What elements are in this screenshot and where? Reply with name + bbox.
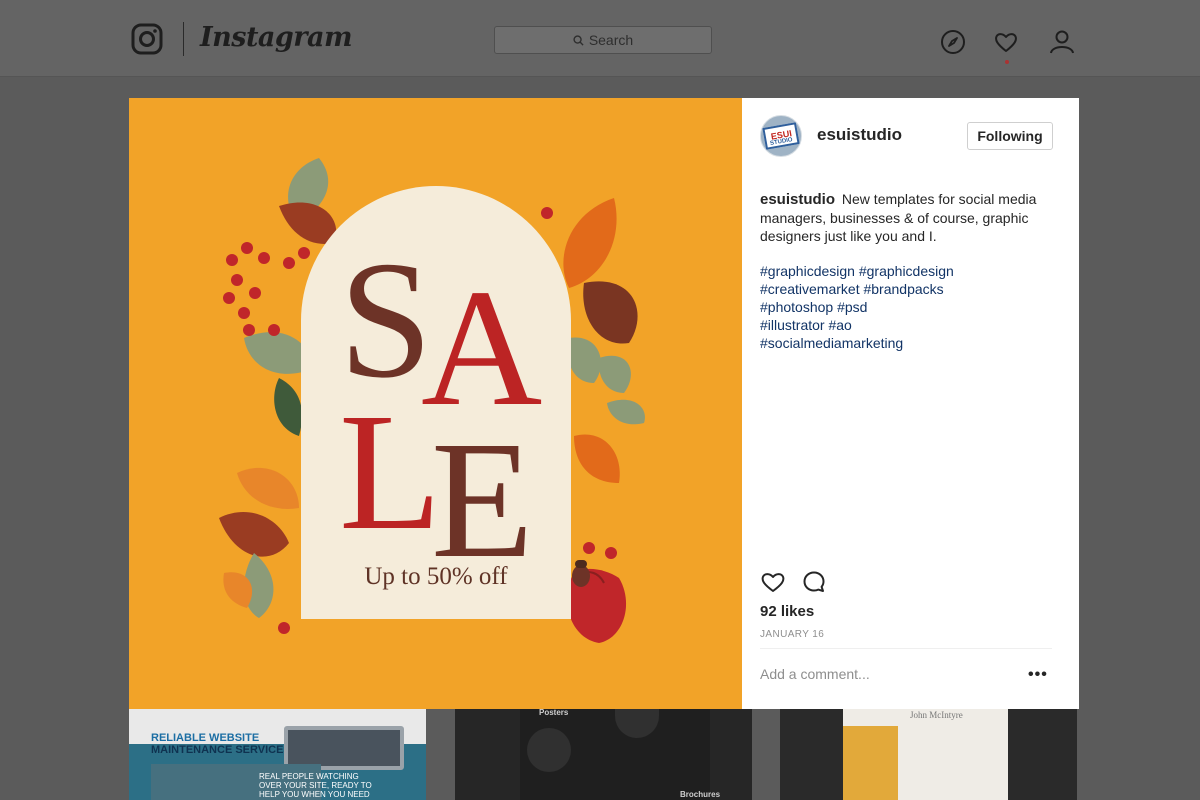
username-link[interactable]: esuistudio bbox=[817, 125, 902, 145]
sale-letter-l: L bbox=[339, 379, 442, 565]
like-heart-icon[interactable] bbox=[760, 570, 786, 594]
sale-subline: Up to 50% off bbox=[364, 563, 508, 590]
explore-compass-icon[interactable] bbox=[940, 29, 966, 55]
thumbnail-label: Posters bbox=[539, 708, 569, 717]
caption-username[interactable]: esuistudio bbox=[760, 191, 835, 208]
comment-input[interactable]: Add a comment... bbox=[760, 666, 980, 682]
thumbnail-title: RELIABLE WEBSITE bbox=[151, 732, 260, 744]
thumbnail-text: REAL PEOPLE WATCHING OVER YOUR SITE, REA… bbox=[259, 772, 372, 800]
grid-thumbnail[interactable]: John McIntyre bbox=[780, 708, 1077, 800]
thumbnail-name: John McIntyre bbox=[910, 710, 963, 720]
likes-count[interactable]: 92 likes bbox=[760, 603, 814, 620]
post-modal: S A L E Up to 50% off ESUI STUDIO esuist… bbox=[129, 98, 1079, 709]
resume-accent-strip bbox=[843, 726, 898, 800]
search-placeholder: Search bbox=[588, 32, 634, 48]
post-sidebar: ESUI STUDIO esuistudio Following esuistu… bbox=[742, 98, 1079, 709]
hashtag-line[interactable]: #illustrator #ao bbox=[760, 316, 1060, 334]
search-icon bbox=[573, 34, 584, 46]
hashtag-line[interactable]: #socialmediamarketing bbox=[760, 334, 1060, 352]
thumbnail-label: Brochures bbox=[680, 790, 721, 799]
avatar[interactable]: ESUI STUDIO bbox=[760, 115, 802, 157]
grid-thumbnail[interactable]: RELIABLE WEBSITE MAINTENANCE SERVICES RE… bbox=[129, 708, 426, 800]
sale-letter-e: E bbox=[431, 407, 534, 593]
hashtag-line[interactable]: #graphicdesign #graphicdesign bbox=[760, 262, 1060, 280]
post-image[interactable]: S A L E Up to 50% off bbox=[129, 98, 742, 709]
comment-divider bbox=[760, 648, 1052, 649]
hashtag-list: #graphicdesign #graphicdesign #creativem… bbox=[760, 262, 1060, 352]
document-icon bbox=[527, 728, 571, 772]
top-nav: Instagram Search bbox=[0, 0, 1200, 77]
following-button[interactable]: Following bbox=[967, 122, 1053, 150]
logo-divider bbox=[183, 22, 184, 56]
post-caption: esuistudio New templates for social medi… bbox=[760, 190, 1060, 245]
activity-heart-icon[interactable] bbox=[993, 29, 1019, 55]
more-options-icon[interactable]: ••• bbox=[1028, 666, 1048, 684]
search-input[interactable]: Search bbox=[494, 26, 712, 54]
thumbnail-title: MAINTENANCE SERVICES bbox=[151, 744, 291, 756]
post-actions bbox=[760, 570, 840, 596]
instagram-camera-icon[interactable] bbox=[131, 23, 163, 55]
brand-wordmark[interactable]: Instagram bbox=[200, 22, 353, 53]
notification-dot bbox=[1005, 60, 1009, 64]
grid-thumbnail[interactable]: Posters Brochures bbox=[455, 708, 752, 800]
profile-icon[interactable] bbox=[1049, 29, 1075, 55]
hashtag-line[interactable]: #creativemarket #brandpacks bbox=[760, 280, 1060, 298]
post-header: ESUI STUDIO esuistudio Following bbox=[742, 98, 1079, 174]
comment-bubble-icon[interactable] bbox=[802, 570, 826, 594]
avatar-logo: ESUI STUDIO bbox=[762, 122, 800, 150]
post-date: JANUARY 16 bbox=[760, 629, 825, 640]
hashtag-line[interactable]: #photoshop #psd bbox=[760, 298, 1060, 316]
